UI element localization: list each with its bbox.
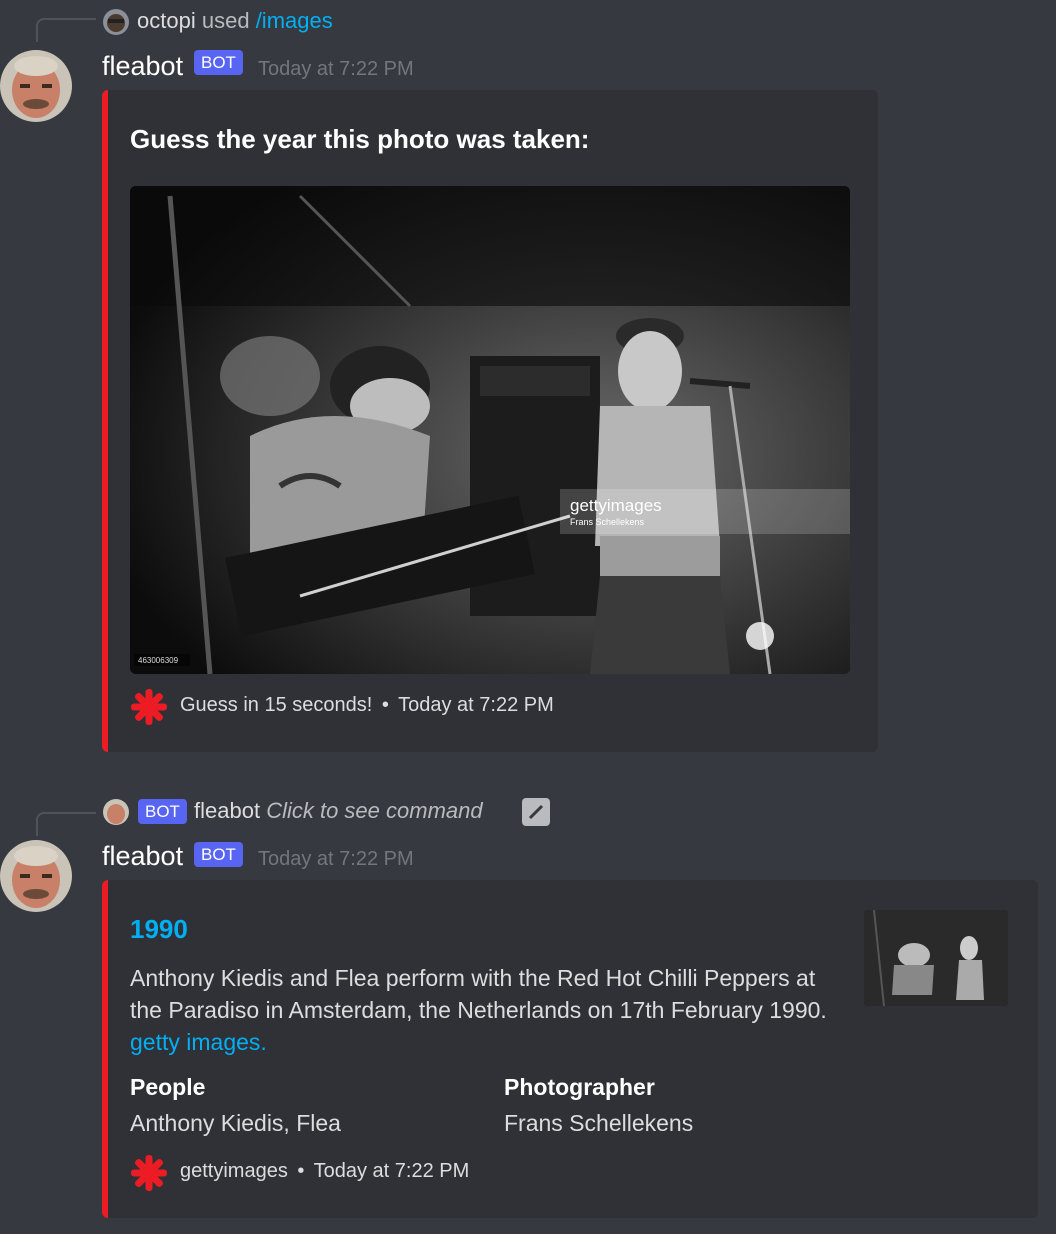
- message-timestamp[interactable]: Today at 7:22 PM: [258, 848, 414, 871]
- embed-footer: gettyimages • Today at 7:22 PM: [180, 1160, 469, 1183]
- bot-tag: BOT: [194, 842, 243, 867]
- reply-used-label: used: [201, 8, 250, 33]
- click-to-see-command[interactable]: Click to see command: [266, 798, 482, 823]
- footer-separator: •: [297, 1160, 305, 1182]
- getty-link[interactable]: getty images.: [130, 1029, 267, 1055]
- reply-summary[interactable]: fleabot Click to see command: [194, 798, 483, 824]
- reply-command[interactable]: /images: [256, 8, 333, 33]
- watermark-credit: Frans Schellekens: [570, 517, 645, 527]
- reply-connector: [36, 18, 96, 42]
- embed-title-link[interactable]: 1990: [130, 914, 188, 945]
- fleabot-mini-avatar[interactable]: [103, 799, 129, 825]
- embed-card: Guess the year this photo was taken: get…: [102, 90, 878, 752]
- message-username[interactable]: fleabot: [102, 51, 183, 82]
- description-text: Anthony Kiedis and Flea perform with the…: [130, 965, 827, 1023]
- reply-connector: [36, 812, 96, 836]
- footer-separator: •: [381, 694, 389, 716]
- field-photographer-name: Photographer: [504, 1074, 655, 1100]
- message-username[interactable]: fleabot: [102, 841, 183, 872]
- field-photographer-value: Frans Schellekens: [504, 1110, 694, 1136]
- image-id: 463006309: [138, 656, 179, 665]
- edit-icon[interactable]: [522, 798, 550, 826]
- fleabot-avatar[interactable]: [0, 50, 72, 122]
- watermark-brand: gettyimages: [570, 496, 662, 515]
- reply-username[interactable]: octopi: [137, 8, 196, 33]
- reply-username[interactable]: fleabot: [194, 798, 260, 823]
- footer-time: Today at 7:22 PM: [313, 1160, 470, 1182]
- reply-summary[interactable]: octopi used /images: [137, 8, 333, 34]
- concert-photo: gettyimages Frans Schellekens 463006309: [130, 186, 850, 674]
- footer-text: Guess in 15 seconds!: [180, 694, 373, 716]
- footer-time: Today at 7:22 PM: [398, 694, 554, 716]
- embed-card: 1990 Anthony Kiedis and Flea perform wit…: [102, 880, 1038, 1218]
- rhcp-asterisk-icon: [130, 688, 168, 726]
- field-people-value: Anthony Kiedis, Flea: [130, 1110, 341, 1136]
- message-timestamp[interactable]: Today at 7:22 PM: [258, 58, 414, 81]
- embed-photo[interactable]: gettyimages Frans Schellekens 463006309: [130, 186, 850, 674]
- field-people-name: People: [130, 1074, 206, 1100]
- octopi-avatar[interactable]: [103, 9, 129, 35]
- embed-footer: Guess in 15 seconds! • Today at 7:22 PM: [180, 694, 554, 717]
- embed-description: Anthony Kiedis and Flea perform with the…: [130, 962, 840, 1058]
- rhcp-asterisk-icon: [130, 1154, 168, 1192]
- footer-text: gettyimages: [180, 1160, 288, 1182]
- bot-tag: BOT: [194, 50, 243, 75]
- fleabot-avatar[interactable]: [0, 840, 72, 912]
- embed-thumbnail[interactable]: [864, 910, 1008, 1006]
- embed-title: Guess the year this photo was taken:: [130, 124, 590, 154]
- reply-bot-tag: BOT: [138, 799, 187, 824]
